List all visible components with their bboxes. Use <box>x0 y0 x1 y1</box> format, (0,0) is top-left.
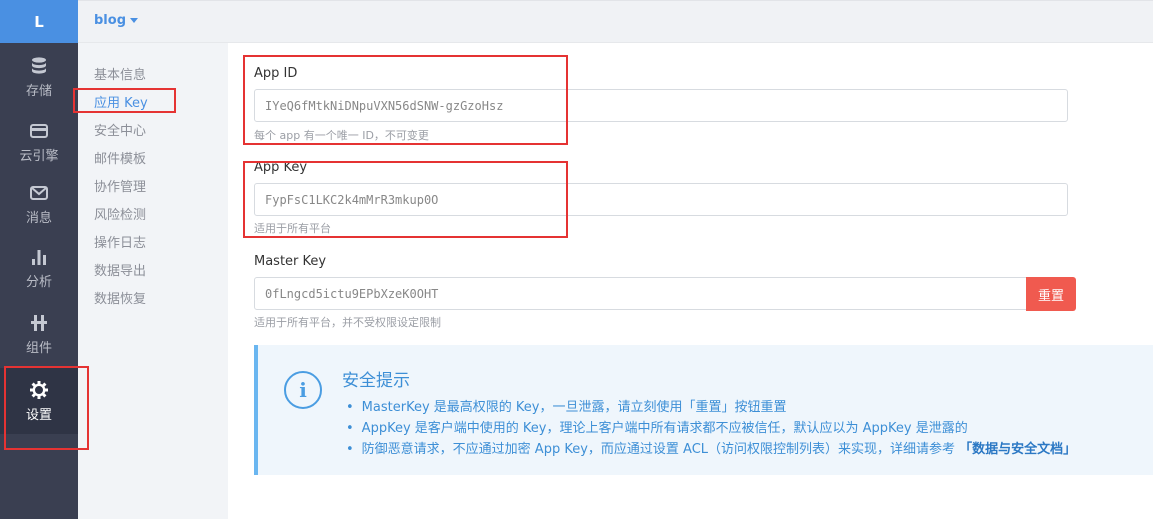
nav-storage-label: 存储 <box>25 84 52 99</box>
nav-cloud-engine[interactable]: 云引擎 <box>0 120 78 170</box>
security-tip: i 安全提示 MasterKey 是最高权限的 Key，一旦泄露，请立刻使用「重… <box>254 345 1153 475</box>
tip-item: AppKey 是客户端中使用的 Key，理论上客户端中所有请求都不应被信任，默认… <box>346 418 1076 439</box>
nav-storage[interactable]: 存储 <box>0 55 78 105</box>
chevron-down-icon <box>130 18 138 23</box>
tip-item-text: 防御恶意请求，不应通过加密 App Key，而应通过设置 ACL（访问权限控制列… <box>361 442 960 457</box>
menu-data-export[interactable]: 数据导出 <box>94 260 146 279</box>
menu-basic-info[interactable]: 基本信息 <box>94 64 146 83</box>
security-tip-title: 安全提示 <box>342 371 410 391</box>
message-icon <box>28 182 50 204</box>
components-icon <box>28 312 50 334</box>
main-content: App ID IYeQ6fMtkNiDNpuVXN56dSNW-gzGzoHsz… <box>228 43 1153 519</box>
data-security-doc-link[interactable]: 「数据与安全文档」 <box>959 442 1076 457</box>
settings-menu: 基本信息 应用 Key 安全中心 邮件模板 协作管理 风险检测 操作日志 数据导… <box>78 43 228 519</box>
master-key-field[interactable]: 0fLngcd5ictu9EPbXzeK0OHT <box>254 277 1027 310</box>
nav-cloud-engine-label: 云引擎 <box>19 149 59 164</box>
nav-components[interactable]: 组件 <box>0 312 78 362</box>
menu-operation-log[interactable]: 操作日志 <box>94 232 146 251</box>
app-key-label: App Key <box>254 160 308 175</box>
menu-app-key[interactable]: 应用 Key <box>94 92 148 111</box>
app-key-help: 适用于所有平台 <box>254 222 331 235</box>
app-id-label: App ID <box>254 66 298 81</box>
icon-sidebar: L 存储 云引擎 消息 分析 组件 设置 <box>0 0 78 519</box>
info-icon: i <box>284 371 322 409</box>
menu-security-center[interactable]: 安全中心 <box>94 120 146 139</box>
menu-collaboration[interactable]: 协作管理 <box>94 176 146 195</box>
bar-chart-icon <box>28 246 50 268</box>
menu-email-templates[interactable]: 邮件模板 <box>94 148 146 167</box>
nav-message[interactable]: 消息 <box>0 182 78 232</box>
tip-item: MasterKey 是最高权限的 Key，一旦泄露，请立刻使用「重置」按钮重置 <box>346 397 1076 418</box>
app-id-field[interactable]: IYeQ6fMtkNiDNpuVXN56dSNW-gzGzoHsz <box>254 89 1068 122</box>
app-name: blog <box>94 13 126 28</box>
master-key-help: 适用于所有平台，并不受权限设定限制 <box>254 316 441 329</box>
app-switcher[interactable]: blog <box>94 13 138 28</box>
nav-settings-label: 设置 <box>25 408 52 423</box>
nav-message-label: 消息 <box>25 211 52 226</box>
gear-icon <box>28 379 50 401</box>
app-key-field[interactable]: FypFsC1LKC2k4mMrR3mkup0O <box>254 183 1068 216</box>
nav-components-label: 组件 <box>25 341 52 356</box>
menu-data-restore[interactable]: 数据恢复 <box>94 288 146 307</box>
database-icon <box>28 55 50 77</box>
security-tip-list: MasterKey 是最高权限的 Key，一旦泄露，请立刻使用「重置」按钮重置 … <box>346 397 1077 460</box>
master-key-label: Master Key <box>254 254 327 269</box>
cloud-engine-icon <box>28 120 50 142</box>
app-id-help: 每个 app 有一个唯一 ID，不可变更 <box>254 129 429 142</box>
reset-master-key-button[interactable]: 重置 <box>1026 277 1076 311</box>
nav-settings[interactable]: 设置 <box>0 368 78 434</box>
nav-analytics[interactable]: 分析 <box>0 246 78 296</box>
top-bar: blog <box>78 0 1153 43</box>
app-logo[interactable]: L <box>0 0 78 43</box>
menu-risk-detection[interactable]: 风险检测 <box>94 204 146 223</box>
nav-analytics-label: 分析 <box>25 275 52 290</box>
tip-item: 防御恶意请求，不应通过加密 App Key，而应通过设置 ACL（访问权限控制列… <box>346 439 1077 460</box>
